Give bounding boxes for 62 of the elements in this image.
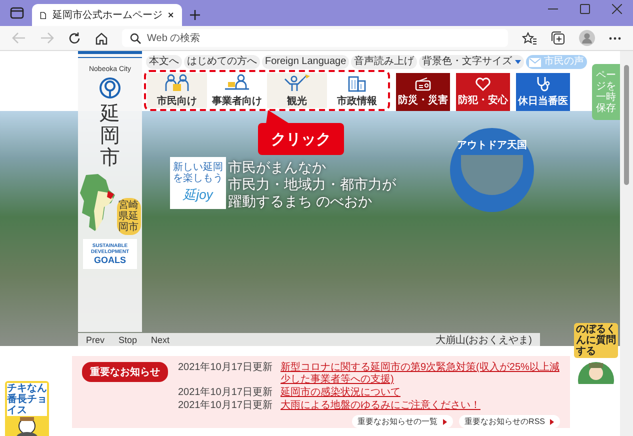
scrollbar[interactable]: [620, 51, 633, 436]
address-bar[interactable]: Web の検索: [122, 29, 508, 47]
notice-date: 2021年10月17日更新: [178, 362, 272, 375]
nav-item[interactable]: 防犯・安心: [456, 73, 510, 111]
people-icon: [165, 74, 189, 92]
nav-item[interactable]: 休日当番医: [516, 73, 570, 111]
logo-stripes: [78, 51, 142, 58]
top-link[interactable]: 本文へ: [146, 55, 182, 69]
caret-icon: [515, 60, 522, 64]
notice-more-link[interactable]: 重要なお知らせの一覧: [352, 415, 453, 428]
top-link[interactable]: Foreign Language: [262, 55, 350, 69]
notice-date: 2021年10月17日更新: [178, 400, 272, 412]
profile-icon[interactable]: [579, 30, 595, 46]
slogan-text: 市民がまんなか: [228, 159, 327, 176]
notice-link[interactable]: 新型コロナに関する延岡市の第9次緊急対策(収入が25%以上減少した事業者等への支援): [280, 362, 560, 386]
search-icon: [130, 32, 141, 44]
slogan-text: 躍動するまち のべおか: [228, 193, 373, 210]
sidebar-icon[interactable]: [10, 7, 24, 19]
refresh-icon[interactable]: [68, 32, 81, 44]
caret-icon: [442, 418, 447, 424]
slideshow-control[interactable]: Prev: [86, 334, 105, 344]
display-settings-dropdown[interactable]: 背景色・文字サイズ: [419, 55, 524, 69]
photo-caption: 大崩山(おおくえやま): [435, 334, 532, 346]
city-emblem-icon: [99, 77, 121, 99]
person-with-flag-icon: [283, 74, 311, 92]
building-icon: [347, 74, 367, 92]
mail-icon: [529, 58, 542, 66]
maximize-icon[interactable]: [580, 4, 590, 14]
nav-item[interactable]: 観光: [267, 73, 327, 108]
caret-icon: [550, 418, 554, 424]
map-label: 宮崎県延岡市: [116, 198, 140, 235]
more-icon[interactable]: [609, 36, 621, 40]
browser-tab[interactable]: 延岡市公式ホームページ: [32, 4, 182, 26]
stethoscope-icon: [536, 76, 550, 92]
mascot-banner[interactable]: チキなん番長チョイス: [5, 381, 49, 436]
favorites-icon[interactable]: [522, 32, 537, 44]
top-link[interactable]: 音声読み上げ: [351, 55, 418, 69]
new-tab-icon[interactable]: [190, 10, 200, 20]
slideshow-control[interactable]: Next: [151, 334, 170, 344]
click-callout: クリック: [258, 110, 344, 155]
radio-icon: [415, 77, 431, 91]
slideshow-control[interactable]: Stop: [118, 334, 138, 344]
city-brand-logo: 新しい延岡を楽しもう 延joy: [170, 157, 226, 209]
minimize-icon[interactable]: [548, 8, 558, 10]
notice-more-link[interactable]: 重要なお知らせのRSS: [458, 415, 560, 428]
heart-icon: [475, 77, 491, 91]
notice-date: 2021年10月17日更新: [178, 387, 272, 399]
desk-worker-icon: [224, 74, 250, 92]
page-icon: [40, 10, 46, 20]
close-icon[interactable]: [168, 11, 174, 19]
home-icon[interactable]: [95, 32, 108, 44]
slogan-text: 市民力・地域力・都市力が: [228, 176, 396, 193]
nav-item[interactable]: 防災・災害: [396, 73, 450, 111]
collections-icon[interactable]: [551, 31, 565, 45]
city-name: 延岡市: [100, 103, 120, 169]
tab-title: 延岡市公式ホームページ: [52, 8, 162, 22]
notice-heading: 重要なお知らせ: [82, 362, 168, 382]
photo-placeholder: [461, 155, 523, 195]
nav-item[interactable]: 市民向け: [147, 73, 207, 108]
notice-link[interactable]: 延岡市の感染状況について: [280, 387, 400, 399]
notice-link[interactable]: 大雨による地盤のゆるみにご注意ください！: [280, 400, 480, 412]
top-link[interactable]: はじめての方へ: [184, 55, 260, 69]
